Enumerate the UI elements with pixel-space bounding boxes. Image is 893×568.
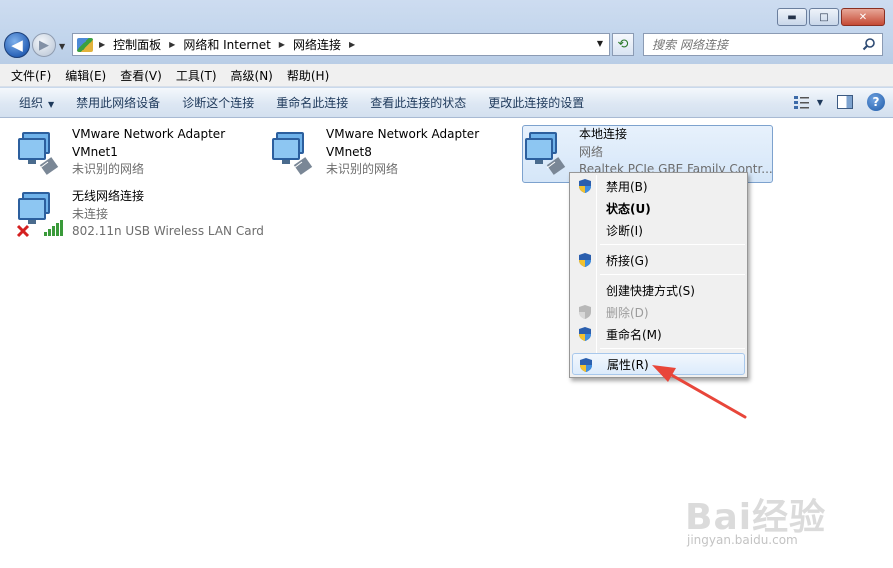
connection-vmnet1[interactable]: VMware Network Adapter VMnet1 未识别的网络 xyxy=(16,126,256,182)
window-chrome: ▬ □ ✕ ◀ ▶ ▼ ▶ 控制面板 ▶ 网络和 Internet ▶ 网络连接… xyxy=(0,0,893,64)
organize-label: 组织 xyxy=(19,96,44,110)
disconnected-x-icon xyxy=(16,224,30,238)
connection-vmnet8[interactable]: VMware Network Adapter VMnet8 未识别的网络 xyxy=(270,126,510,182)
chevron-down-icon: ▼ xyxy=(48,100,55,109)
connection-name: VMware Network Adapter xyxy=(326,127,480,141)
watermark-url: jingyan.baidu.com xyxy=(687,533,798,547)
disable-device-button[interactable]: 禁用此网络设备 xyxy=(65,94,171,111)
menu-item-label: 属性(R) xyxy=(607,357,649,372)
forward-button[interactable]: ▶ xyxy=(32,33,56,57)
chevron-right-icon[interactable]: ▶ xyxy=(349,40,355,49)
uac-shield-icon xyxy=(579,179,591,193)
chevron-right-icon[interactable]: ▶ xyxy=(169,40,175,49)
connection-status: 网络 xyxy=(579,144,604,159)
window-controls: ▬ □ ✕ xyxy=(777,8,885,26)
menu-edit[interactable]: 编辑(E) xyxy=(58,67,113,84)
signal-bars-icon xyxy=(44,220,63,236)
menu-item-diagnose[interactable]: 诊断(I) xyxy=(572,219,745,241)
connection-name: 无线网络连接 xyxy=(72,189,145,203)
network-adapter-icon xyxy=(523,126,573,176)
help-icon[interactable]: ? xyxy=(867,93,885,111)
back-arrow-icon: ◀ xyxy=(11,36,23,54)
views-icon xyxy=(793,96,809,109)
menu-separator xyxy=(600,274,745,275)
menu-advanced[interactable]: 高级(N) xyxy=(224,67,280,84)
rename-button[interactable]: 重命名此连接 xyxy=(265,94,359,111)
connection-status: 未识别的网络 xyxy=(326,162,399,176)
menu-item-label: 删除(D) xyxy=(606,305,649,320)
view-status-button[interactable]: 查看此连接的状态 xyxy=(359,94,477,111)
connection-wireless[interactable]: 无线网络连接 未连接 802.11n USB Wireless LAN Card xyxy=(16,188,296,244)
preview-pane-icon[interactable] xyxy=(837,95,853,109)
menu-view[interactable]: 查看(V) xyxy=(113,67,169,84)
maximize-button[interactable]: □ xyxy=(809,8,839,26)
chevron-right-icon[interactable]: ▶ xyxy=(99,40,105,49)
breadcrumb-control-panel[interactable]: 控制面板 xyxy=(113,36,161,53)
menu-item-label: 状态(U) xyxy=(606,201,651,216)
view-controls: ▼ ? xyxy=(793,93,885,111)
connection-name: VMware Network Adapter xyxy=(72,127,226,141)
minimize-button[interactable]: ▬ xyxy=(777,8,807,26)
change-view-button[interactable]: ▼ xyxy=(793,94,823,110)
menu-separator xyxy=(600,348,745,349)
menu-item-label: 创建快捷方式(S) xyxy=(606,283,695,298)
uac-shield-icon xyxy=(580,358,592,372)
menu-file[interactable]: 文件(F) xyxy=(4,67,58,84)
menu-separator xyxy=(600,244,745,245)
search-input[interactable] xyxy=(652,37,852,52)
refresh-icon: ⟲ xyxy=(617,37,629,52)
recent-pages-dropdown[interactable]: ▼ xyxy=(59,42,65,51)
connection-status: 未连接 xyxy=(72,206,109,221)
change-settings-button[interactable]: 更改此连接的设置 xyxy=(477,94,595,111)
menu-help[interactable]: 帮助(H) xyxy=(280,67,336,84)
baidu-watermark: Bai经验 jingyan.baidu.com xyxy=(683,486,883,556)
breadcrumb: ▶ 控制面板 ▶ 网络和 Internet ▶ 网络连接 ▶ xyxy=(99,36,363,53)
menu-item-status[interactable]: 状态(U) xyxy=(572,197,745,219)
connection-name: 本地连接 xyxy=(579,127,628,141)
menu-item-label: 禁用(B) xyxy=(606,179,648,194)
network-adapter-icon xyxy=(16,126,66,176)
uac-shield-icon xyxy=(579,327,591,341)
context-menu: 禁用(B) 状态(U) 诊断(I) 桥接(G) 创建快捷方式(S) 删除(D) … xyxy=(569,172,748,378)
menu-item-delete: 删除(D) xyxy=(572,301,745,323)
back-button[interactable]: ◀ xyxy=(4,32,30,58)
network-adapter-icon xyxy=(270,126,320,176)
breadcrumb-network-internet[interactable]: 网络和 Internet xyxy=(183,36,270,53)
command-bar: 组织 ▼ 禁用此网络设备 诊断这个连接 重命名此连接 查看此连接的状态 更改此连接… xyxy=(0,88,893,118)
menu-item-disable[interactable]: 禁用(B) xyxy=(572,175,745,197)
search-box[interactable] xyxy=(643,33,883,56)
menu-item-label: 桥接(G) xyxy=(606,253,649,268)
search-icon[interactable] xyxy=(862,37,876,51)
menu-item-label: 诊断(I) xyxy=(606,223,643,238)
menu-tools[interactable]: 工具(T) xyxy=(169,67,224,84)
connection-device: 802.11n USB Wireless LAN Card xyxy=(72,224,264,238)
refresh-button[interactable]: ⟲ xyxy=(612,33,634,56)
breadcrumb-network-connections[interactable]: 网络连接 xyxy=(293,36,341,53)
connection-name-line2: VMnet1 xyxy=(72,144,118,159)
chevron-down-icon: ▼ xyxy=(816,97,823,107)
diagnose-button[interactable]: 诊断这个连接 xyxy=(171,94,265,111)
menu-bar: 文件(F) 编辑(E) 查看(V) 工具(T) 高级(N) 帮助(H) xyxy=(0,64,893,87)
organize-button[interactable]: 组织 ▼ xyxy=(8,94,65,111)
uac-shield-icon xyxy=(579,305,591,319)
close-button[interactable]: ✕ xyxy=(841,8,885,26)
menu-item-label: 重命名(M) xyxy=(606,327,662,342)
forward-arrow-icon: ▶ xyxy=(39,37,49,53)
address-bar[interactable]: ▶ 控制面板 ▶ 网络和 Internet ▶ 网络连接 ▶ ▼ xyxy=(72,33,610,56)
connection-status: 未识别的网络 xyxy=(72,162,145,176)
chevron-right-icon[interactable]: ▶ xyxy=(279,40,285,49)
connection-name-line2: VMnet8 xyxy=(326,144,372,159)
control-panel-icon xyxy=(77,37,93,52)
uac-shield-icon xyxy=(579,253,591,267)
address-dropdown-icon[interactable]: ▼ xyxy=(597,39,603,48)
wireless-adapter-icon xyxy=(16,188,66,238)
menu-item-rename[interactable]: 重命名(M) xyxy=(572,323,745,345)
menu-item-create-shortcut[interactable]: 创建快捷方式(S) xyxy=(572,279,745,301)
menu-item-properties[interactable]: 属性(R) xyxy=(572,353,745,375)
menu-item-bridge[interactable]: 桥接(G) xyxy=(572,249,745,271)
